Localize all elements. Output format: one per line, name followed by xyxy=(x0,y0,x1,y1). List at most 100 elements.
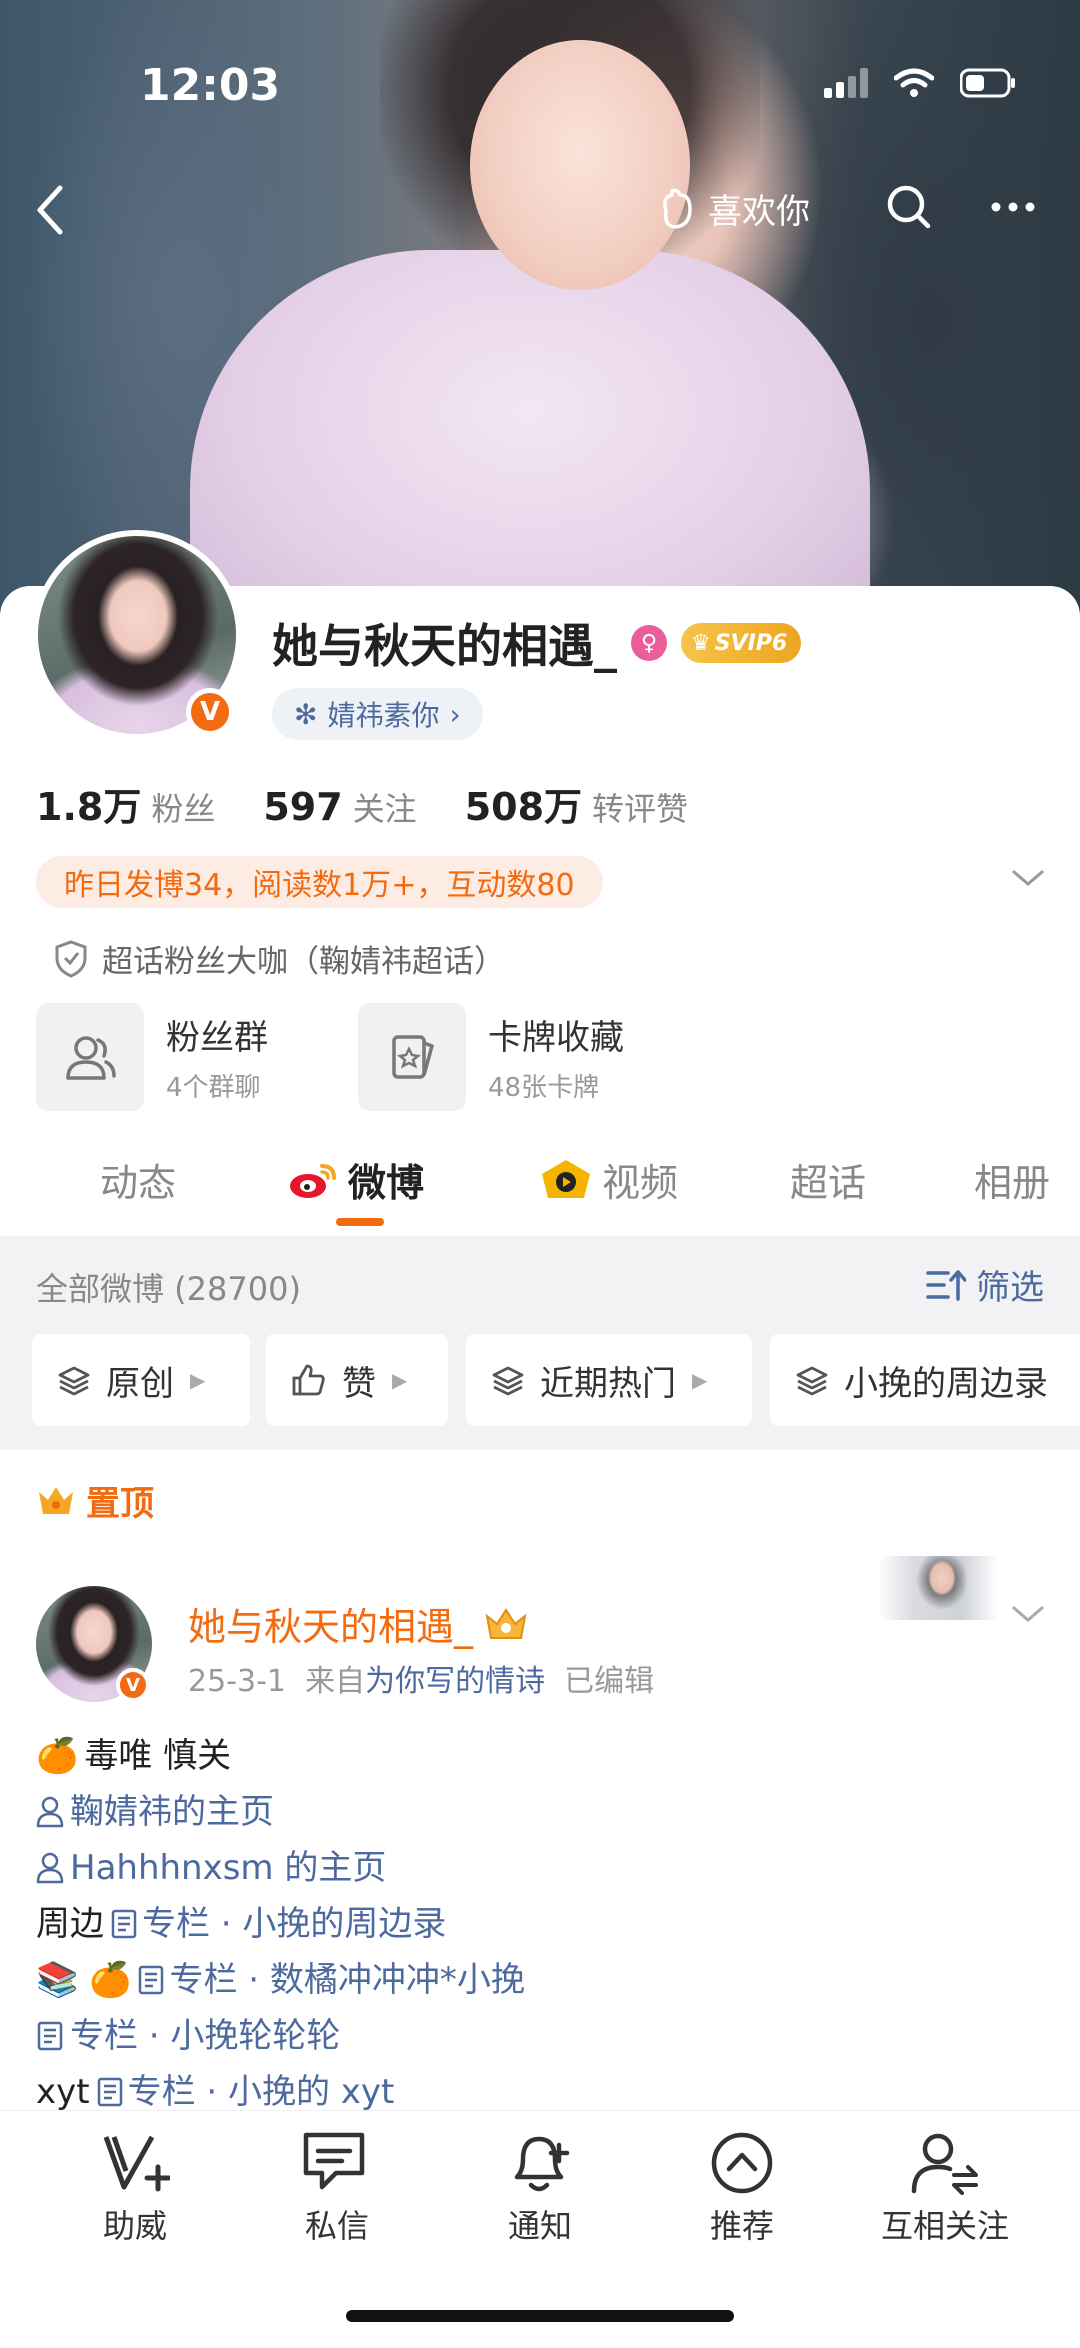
post-text: 周边 xyxy=(36,1904,104,1944)
stat-interactions[interactable]: 508万 转评赞 xyxy=(465,776,688,831)
recommend-button[interactable]: 推荐 xyxy=(652,2131,832,2247)
post-source[interactable]: 为你写的情诗 xyxy=(365,1664,545,1699)
video-logo-icon xyxy=(542,1159,590,1198)
post-link-homepage[interactable]: Hahhhnxsm 的主页 xyxy=(36,1840,525,1896)
books-orange-emoji: 📚 🍊 xyxy=(36,1960,132,2000)
filter-label: 筛选 xyxy=(976,1268,1044,1308)
profile-name: 她与秋天的相遇_ xyxy=(272,619,617,673)
notify-button[interactable]: 通知 xyxy=(450,2131,630,2247)
link-text: 专栏 · 小挽的周边录 xyxy=(142,1904,447,1944)
status-time: 12:03 xyxy=(140,60,281,111)
tab-label: 视频 xyxy=(602,1161,679,1205)
supertopic-tag[interactable]: ✻ 婧祎素你 › xyxy=(272,688,483,740)
tab-label: 相册 xyxy=(974,1161,1051,1205)
chip-label: 赞 xyxy=(342,1363,376,1404)
post-link-homepage[interactable]: 鞠婧祎的主页 xyxy=(36,1784,525,1840)
search-button[interactable] xyxy=(884,182,934,236)
chip-merch[interactable]: 小挽的周边录 xyxy=(770,1334,1080,1426)
post-author[interactable]: 她与秋天的相遇_ xyxy=(188,1596,529,1651)
profile-tabs: 动态 微博 视频 超话 相册 xyxy=(0,1130,1080,1230)
like-you-button[interactable]: 喜欢你 xyxy=(656,184,810,233)
chip-label: 近期热门 xyxy=(540,1363,676,1404)
stat-label: 粉丝 xyxy=(151,790,216,828)
layers-icon xyxy=(492,1366,524,1396)
cheer-button[interactable]: 助威 xyxy=(45,2131,225,2247)
chevron-down-icon xyxy=(1012,1606,1044,1622)
chip-label: 小挽的周边录 xyxy=(844,1363,1048,1404)
tab-weibo[interactable]: 微博 xyxy=(288,1152,424,1207)
chevron-right-icon: › xyxy=(449,697,461,731)
card-collection-tile[interactable]: 卡牌收藏 48张卡牌 xyxy=(358,1002,624,1112)
female-icon: ♀ xyxy=(631,625,667,661)
weibo-logo-icon xyxy=(290,1163,336,1198)
post-edited: 已编辑 xyxy=(564,1664,655,1699)
shield-icon xyxy=(55,939,87,978)
post-link-column[interactable]: 专栏 · 小挽的周边录 xyxy=(110,1896,446,1952)
post-menu-button[interactable] xyxy=(1010,1602,1046,1630)
orange-emoji: 🍊 xyxy=(36,1736,79,1776)
link-text: 鞠婧祎的主页 xyxy=(70,1792,274,1832)
svip-badge[interactable]: ♛ SVIP6 xyxy=(681,623,802,663)
stat-label: 转评赞 xyxy=(592,790,689,828)
all-posts-count: 全部微博 (28700) xyxy=(36,1270,301,1308)
chip-liked[interactable]: 赞 ▶ xyxy=(266,1334,448,1426)
bottom-label: 互相关注 xyxy=(880,2207,1009,2245)
layers-icon xyxy=(796,1366,828,1396)
stat-num: 1.8万 xyxy=(36,785,142,829)
message-button[interactable]: 私信 xyxy=(247,2131,427,2247)
activity-summary[interactable]: 昨日发博34，阅读数1万+，互动数80 xyxy=(36,856,603,908)
fan-title[interactable]: 超话粉丝大咖（鞠婧祎超话） xyxy=(54,936,505,981)
name-row: 她与秋天的相遇_ ♀ ♛ SVIP6 xyxy=(272,610,802,676)
user-icon xyxy=(36,1796,64,1828)
group-icon xyxy=(36,1003,144,1111)
post-author-name: 她与秋天的相遇_ xyxy=(188,1605,474,1649)
stat-num: 597 xyxy=(263,785,343,829)
tab-label: 超话 xyxy=(790,1161,867,1205)
crown-icon xyxy=(39,1486,73,1514)
chip-recent-hot[interactable]: 近期热门 ▶ xyxy=(466,1334,752,1426)
column-icon xyxy=(37,2021,63,2051)
status-icons xyxy=(824,68,1016,98)
stat-fans[interactable]: 1.8万 粉丝 xyxy=(36,776,215,831)
caret-right-icon: ▶ xyxy=(190,1368,206,1392)
crown-icon: ♛ xyxy=(691,630,711,656)
chip-original[interactable]: 原创 ▶ xyxy=(32,1334,250,1426)
home-indicator[interactable] xyxy=(346,2310,734,2322)
bottom-label: 推荐 xyxy=(709,2207,774,2245)
back-button[interactable] xyxy=(30,180,90,240)
tab-album[interactable]: 相册 xyxy=(974,1152,1050,1207)
pinned-text: 置顶 xyxy=(86,1484,154,1524)
filter-icon xyxy=(926,1269,966,1301)
cheer-v-icon xyxy=(103,2135,170,2192)
expand-button[interactable] xyxy=(1010,866,1046,894)
feed-filter-area: 全部微博 (28700) 筛选 原创 ▶ 赞 ▶ 近期热门 ▶ 小挽的周边录 xyxy=(0,1236,1080,1450)
fan-title-label: 超话粉丝大咖（鞠婧祎超话） xyxy=(102,944,505,980)
post-link-column[interactable]: 专栏 · 小挽轮轮轮 xyxy=(36,2008,525,2064)
tile-title: 粉丝群 xyxy=(166,1018,268,1058)
tab-dynamic[interactable]: 动态 xyxy=(100,1152,176,1207)
crown-badge-icon xyxy=(485,1607,527,1639)
post-line: 📚 🍊 专栏 · 数橘冲冲冲*小挽 xyxy=(36,1952,525,2008)
tile-subtitle: 4个群聊 xyxy=(166,1073,261,1103)
fan-group-tile[interactable]: 粉丝群 4个群聊 xyxy=(36,1002,268,1112)
status-bar: 12:03 xyxy=(0,0,1080,170)
pinned-label: 置顶 xyxy=(36,1476,154,1525)
filter-button[interactable]: 筛选 xyxy=(926,1260,1044,1309)
more-button[interactable] xyxy=(988,182,1038,236)
user-swap-icon xyxy=(911,2133,978,2195)
stat-following[interactable]: 597 关注 xyxy=(263,784,416,830)
thumbs-up-icon xyxy=(292,1364,325,1396)
bell-plus-icon xyxy=(514,2136,570,2192)
column-icon xyxy=(111,1909,137,1939)
post-meta: 25-3-1 来自为你写的情诗 已编辑 xyxy=(188,1656,654,1700)
profile-stats: 1.8万 粉丝 597 关注 508万 转评赞 xyxy=(36,776,688,831)
tab-supertopic[interactable]: 超话 xyxy=(790,1152,866,1207)
link-text: 专栏 · 小挽轮轮轮 xyxy=(70,2016,341,2056)
tab-video[interactable]: 视频 xyxy=(540,1152,678,1207)
verified-badge-icon: V xyxy=(116,1668,150,1702)
post-link-column[interactable]: 专栏 · 数橘冲冲冲*小挽 xyxy=(137,1952,525,2008)
battery-icon xyxy=(960,68,1015,98)
chip-label: 原创 xyxy=(106,1363,174,1404)
tab-label: 微博 xyxy=(348,1161,425,1205)
mutual-follow-button[interactable]: 互相关注 xyxy=(855,2131,1035,2247)
